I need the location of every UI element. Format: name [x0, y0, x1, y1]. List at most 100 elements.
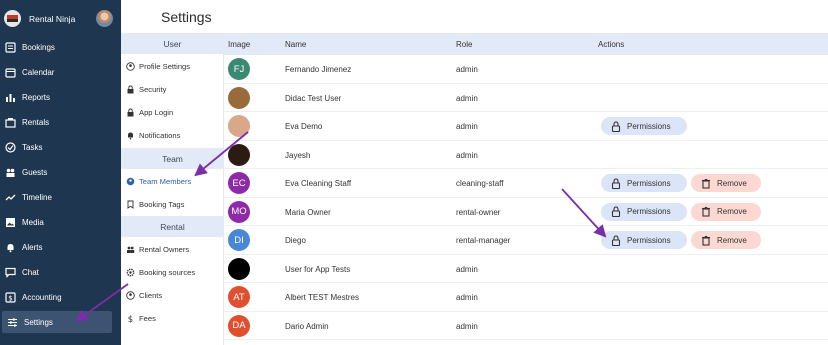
team-members-table: Image Name Role Actions FJ Fernando Jimen… — [224, 33, 828, 345]
remove-button[interactable]: Remove — [691, 202, 761, 221]
submenu-item-label: Notifications — [139, 130, 181, 140]
member-role: admin — [456, 122, 478, 131]
submenu-item-rental-owners[interactable]: Rental Owners — [121, 238, 224, 260]
nav-label: Rentals — [22, 117, 50, 127]
member-name: Eva Demo — [285, 122, 323, 131]
nav-label: Tasks — [22, 142, 43, 152]
table-row: DI Diego rental-manager Permissions Remove — [224, 226, 828, 255]
table-row: AT Albert TEST Mestres admin — [224, 283, 828, 312]
clients-icon — [125, 290, 135, 300]
submenu-item-app-login[interactable]: App Login — [121, 101, 224, 123]
dollar-icon: $ — [4, 291, 16, 303]
nav-label: Alerts — [22, 242, 43, 252]
nav-item-accounting[interactable]: $ Accounting — [0, 286, 121, 308]
dollar-sign-icon: $ — [125, 313, 135, 323]
member-role: admin — [456, 293, 478, 302]
brand[interactable]: Rental Ninja — [0, 0, 121, 37]
permissions-label: Permissions — [627, 235, 671, 245]
table-row: DA Dario Admin admin — [224, 312, 828, 340]
trash-icon — [701, 235, 711, 246]
submenu-item-label: Team Members — [139, 176, 192, 186]
table-row: FJ Fernando Jimenez admin — [224, 55, 828, 84]
member-name: Maria Owner — [285, 207, 331, 217]
member-role: admin — [456, 65, 478, 74]
nav-label: Timeline — [22, 192, 52, 202]
team-icon — [125, 176, 135, 186]
member-role: admin — [456, 321, 478, 331]
avatar — [228, 86, 250, 109]
permissions-button[interactable]: Permissions — [601, 174, 687, 192]
permissions-label: Permissions — [627, 178, 671, 188]
member-name: Albert TEST Mestres — [285, 293, 359, 302]
bookmark-icon — [125, 199, 135, 209]
app-root: Rental Ninja Bookings Calendar Reports R… — [0, 0, 828, 345]
remove-button[interactable]: Remove — [691, 174, 761, 192]
nav-item-timeline[interactable]: Timeline — [0, 186, 121, 208]
submenu-item-label: Booking sources — [139, 267, 196, 277]
nav-label: Media — [22, 217, 44, 227]
member-role: admin — [456, 264, 478, 274]
permissions-button[interactable]: Permissions — [601, 202, 687, 221]
permissions-button[interactable]: Permissions — [601, 117, 687, 135]
submenu-item-booking-tags[interactable]: Booking Tags — [121, 193, 224, 215]
avatar — [228, 143, 250, 166]
people-icon — [4, 166, 16, 178]
member-role: admin — [456, 150, 478, 160]
member-name: Diego — [285, 236, 306, 245]
permissions-button[interactable]: Permissions — [601, 231, 687, 249]
member-role: cleaning-staff — [456, 179, 504, 188]
nav-item-rentals[interactable]: Rentals — [0, 111, 121, 133]
submenu-item-label: App Login — [139, 107, 174, 117]
table-row: EC Eva Cleaning Staff cleaning-staff Permis… — [224, 169, 828, 198]
nav-item-bookings[interactable]: Bookings — [0, 36, 121, 58]
member-role: rental-owner — [456, 207, 501, 217]
submenu-item-clients[interactable]: Clients — [121, 284, 224, 306]
remove-label: Remove — [717, 235, 747, 245]
member-name: Fernando Jimenez — [285, 65, 352, 74]
nav-label: Accounting — [22, 292, 62, 302]
settings-submenu: User Profile Settings Security App Login… — [121, 33, 224, 345]
calendar-icon — [4, 66, 16, 78]
bell-icon — [4, 241, 16, 253]
lock-icon — [611, 234, 621, 246]
submenu-header-user: User — [121, 33, 224, 54]
nav-item-alerts[interactable]: Alerts — [0, 236, 121, 258]
submenu-item-label: Rental Owners — [139, 244, 190, 254]
chat-icon — [4, 266, 16, 278]
column-header-image: Image — [228, 40, 251, 49]
table-row: User for App Tests admin — [224, 255, 828, 283]
nav-item-chat[interactable]: Chat — [0, 261, 121, 283]
submenu-item-notifications[interactable]: Notifications — [121, 124, 224, 146]
submenu-header-team: Team — [121, 148, 224, 169]
submenu-item-security[interactable]: Security — [121, 78, 224, 100]
nav-item-reports[interactable]: Reports — [0, 86, 121, 108]
svg-text:$: $ — [127, 315, 132, 323]
avatar: EC — [228, 172, 250, 194]
table-row: Jayesh admin — [224, 141, 828, 169]
trash-icon — [701, 206, 711, 217]
bookings-icon — [4, 41, 16, 53]
notification-bell-icon — [125, 130, 135, 140]
remove-button[interactable]: Remove — [691, 231, 761, 249]
submenu-item-label: Clients — [139, 290, 163, 300]
nav-label: Reports — [22, 92, 51, 102]
nav-item-media[interactable]: Media — [0, 211, 121, 233]
lock-icon — [611, 120, 621, 132]
column-header-name: Name — [285, 40, 307, 49]
submenu-item-team-members[interactable]: Team Members — [121, 170, 224, 192]
column-header-role: Role — [456, 40, 473, 49]
nav-label: Calendar — [22, 67, 55, 77]
submenu-item-booking-sources[interactable]: Booking sources — [121, 261, 224, 283]
nav-item-tasks[interactable]: Tasks — [0, 136, 121, 158]
nav-item-guests[interactable]: Guests — [0, 161, 121, 183]
check-circle-icon — [4, 141, 16, 153]
nav-item-settings[interactable]: Settings — [2, 311, 112, 333]
submenu-item-fees[interactable]: $ Fees — [121, 307, 224, 329]
member-name: Jayesh — [285, 150, 311, 160]
submenu-item-profile-settings[interactable]: Profile Settings — [121, 55, 224, 77]
submenu-item-label: Security — [139, 84, 167, 94]
remove-label: Remove — [717, 178, 747, 188]
nav-item-calendar[interactable]: Calendar — [0, 61, 121, 83]
user-avatar-icon[interactable] — [96, 10, 113, 27]
avatar: MO — [228, 200, 250, 223]
